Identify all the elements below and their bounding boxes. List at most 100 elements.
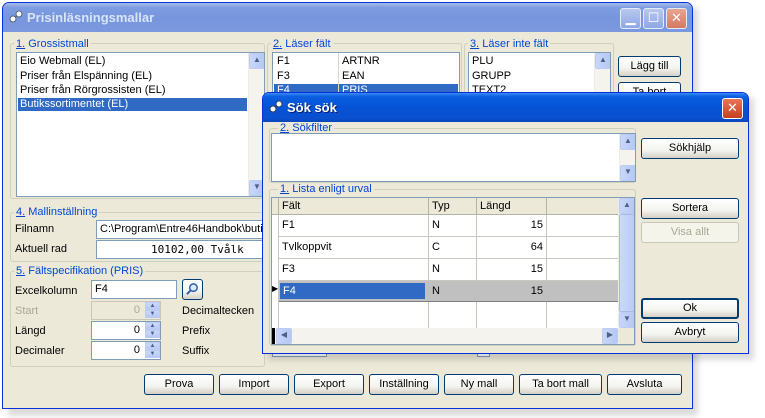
dialog-close-button[interactable]: ✕ [722, 98, 743, 119]
export-button[interactable]: Export [294, 374, 364, 395]
column-header-falt[interactable]: Fält [279, 198, 429, 215]
scroll-up-button[interactable]: ▲ [619, 198, 634, 214]
scroll-up-button[interactable]: ▲ [620, 134, 635, 150]
dialog-titlebar[interactable]: Sök sök ✕ [263, 93, 748, 122]
cell-langd: 64 [530, 241, 543, 253]
sokhjalp-button[interactable]: Sökhjälp [641, 138, 739, 159]
cell-falt: F1 [282, 219, 295, 231]
table-row[interactable]: Tvlkoppvit C 64 [279, 237, 620, 258]
list-item[interactable]: F1 ARTNR [274, 55, 458, 68]
close-icon: ✕ [671, 10, 682, 25]
excelkolumn-field[interactable]: F4 [91, 280, 177, 299]
table-row-selected[interactable]: F4 N 15 [279, 281, 620, 301]
ny-mall-button[interactable]: Ny mall [444, 374, 514, 395]
search-button[interactable] [182, 279, 203, 300]
chevron-left-icon: ◀ [280, 330, 288, 339]
start-stepper: 0 ▲ ▼ [91, 301, 161, 320]
decimaler-stepper[interactable]: 0 ▲ ▼ [91, 341, 161, 360]
app-icon [269, 100, 283, 113]
scroll-thumb[interactable] [619, 214, 634, 312]
list-item[interactable]: GRUPP [470, 70, 593, 83]
prova-button[interactable]: Prova [144, 374, 214, 395]
decimaler-spin[interactable]: ▲ ▼ [145, 342, 160, 359]
chevron-right-icon: ▶ [606, 330, 614, 339]
langd-label: Längd [15, 325, 46, 337]
close-button[interactable]: ✕ [666, 8, 687, 29]
row-header-corner [272, 198, 279, 215]
start-label: Start [15, 305, 39, 317]
avsluta-button[interactable]: Avsluta [607, 374, 682, 395]
installning-button[interactable]: Inställning [369, 374, 439, 395]
column-header-langd[interactable]: Längd [477, 198, 547, 215]
scroll-up-button[interactable]: ▲ [595, 53, 610, 69]
list-item[interactable]: PLU [470, 55, 593, 68]
search-icon [186, 283, 198, 295]
group-faltspec-label: 5. Fältspecifikation (PRIS) [14, 265, 146, 277]
langd-value: 0 [133, 324, 140, 336]
grid-left-edge [272, 328, 275, 344]
grid-horizontal-scrollbar[interactable]: ◀ ▶ [272, 328, 618, 344]
langd-stepper[interactable]: 0 ▲ ▼ [91, 321, 161, 340]
row-indicator-icon: ▶ [272, 284, 279, 293]
sokfilter-input[interactable]: ▲ ▼ [271, 133, 636, 182]
chevron-up-icon: ▲ [623, 200, 631, 209]
langd-spin[interactable]: ▲ ▼ [145, 322, 160, 339]
list-item[interactable]: Priser från Elspänning (EL) [18, 70, 247, 83]
field-code: F1 [277, 55, 290, 67]
list-item[interactable]: Priser från Rörgrossisten (EL) [18, 84, 247, 97]
scroll-down-button[interactable]: ▼ [620, 165, 635, 181]
chevron-up-icon: ▲ [253, 55, 261, 64]
group-laser-inte-falt-label: 3. Läser inte fält [468, 38, 551, 50]
aktuell-rad-label: Aktuell rad [15, 243, 67, 255]
lagg-till-button[interactable]: Lägg till [618, 56, 681, 77]
scroll-right-button[interactable]: ▶ [602, 328, 618, 344]
ok-button[interactable]: Ok [641, 298, 739, 319]
cell-falt-editing[interactable]: F4 [280, 283, 425, 299]
scroll-up-button[interactable]: ▲ [249, 53, 264, 69]
import-button[interactable]: Import [219, 374, 289, 395]
list-item[interactable]: F3 EAN [274, 70, 458, 83]
cell-typ: C [432, 241, 440, 253]
cell-langd: 15 [530, 219, 543, 231]
ta-bort-mall-button[interactable]: Ta bort mall [519, 374, 602, 395]
list-item-selected[interactable]: Butikssortimentet (EL) [18, 98, 247, 111]
avbryt-button[interactable]: Avbryt [641, 322, 739, 343]
filnamn-field[interactable]: C:\Program\Entre46Handbok\buti [96, 220, 266, 239]
chevron-down-icon: ▼ [624, 167, 632, 176]
table-row[interactable]: F1 N 15 [279, 215, 620, 236]
table-row[interactable]: F3 N 15 [279, 259, 620, 280]
cell-falt: F3 [282, 263, 295, 275]
column-header-blank [547, 198, 620, 215]
filnamn-label: Filnamn [15, 223, 55, 235]
sortera-button[interactable]: Sortera [641, 198, 739, 219]
cell-typ: N [432, 285, 440, 297]
maximize-button[interactable]: ☐ [643, 8, 664, 29]
chevron-up-icon: ▲ [624, 136, 632, 145]
minimize-button[interactable]: ▁ [620, 8, 641, 29]
excelkolumn-label: Excelkolumn [15, 285, 78, 297]
scroll-down-button[interactable]: ▼ [619, 312, 634, 328]
scroll-left-button[interactable]: ◀ [276, 328, 292, 344]
cell-typ: N [432, 263, 440, 275]
grid-vertical-scrollbar[interactable]: ▲ ▼ [618, 198, 634, 328]
group-mallinstallning-label: 4. Mallinställning [14, 206, 100, 218]
column-header-typ[interactable]: Typ [429, 198, 477, 215]
sokfilter-scrollbar[interactable]: ▲ ▼ [619, 134, 635, 181]
maximize-icon: ☐ [647, 10, 660, 25]
aktuell-rad-field: 10102,00 Tvålk [96, 240, 266, 259]
cell-langd: 15 [530, 263, 543, 275]
field-name: ARTNR [342, 55, 380, 67]
list-item[interactable]: Eio Webmall (EL) [18, 55, 247, 68]
result-grid[interactable]: Fält Typ Längd F1 N 15 Tvlkoppvit C 64 F… [271, 197, 635, 345]
sok-dialog: Sök sök ✕ 2. Sökfilter ▲ ▼ Sökhjälp 1. L… [262, 92, 749, 354]
chevron-down-icon: ▼ [623, 314, 631, 323]
close-icon: ✕ [727, 100, 738, 115]
main-window-title: Prisinläsningsmallar [27, 10, 155, 25]
main-titlebar[interactable]: Prisinläsningsmallar ▁ ☐ ✕ [3, 3, 692, 32]
grid-line [279, 301, 620, 302]
cell-langd: 15 [530, 285, 543, 297]
suffix-label: Suffix [182, 345, 210, 357]
dialog-title: Sök sök [287, 100, 337, 115]
grossistmall-list[interactable]: Eio Webmall (EL) Priser från Elspänning … [16, 52, 265, 197]
group-laser-falt-label: 2. Läser fält [271, 38, 333, 50]
